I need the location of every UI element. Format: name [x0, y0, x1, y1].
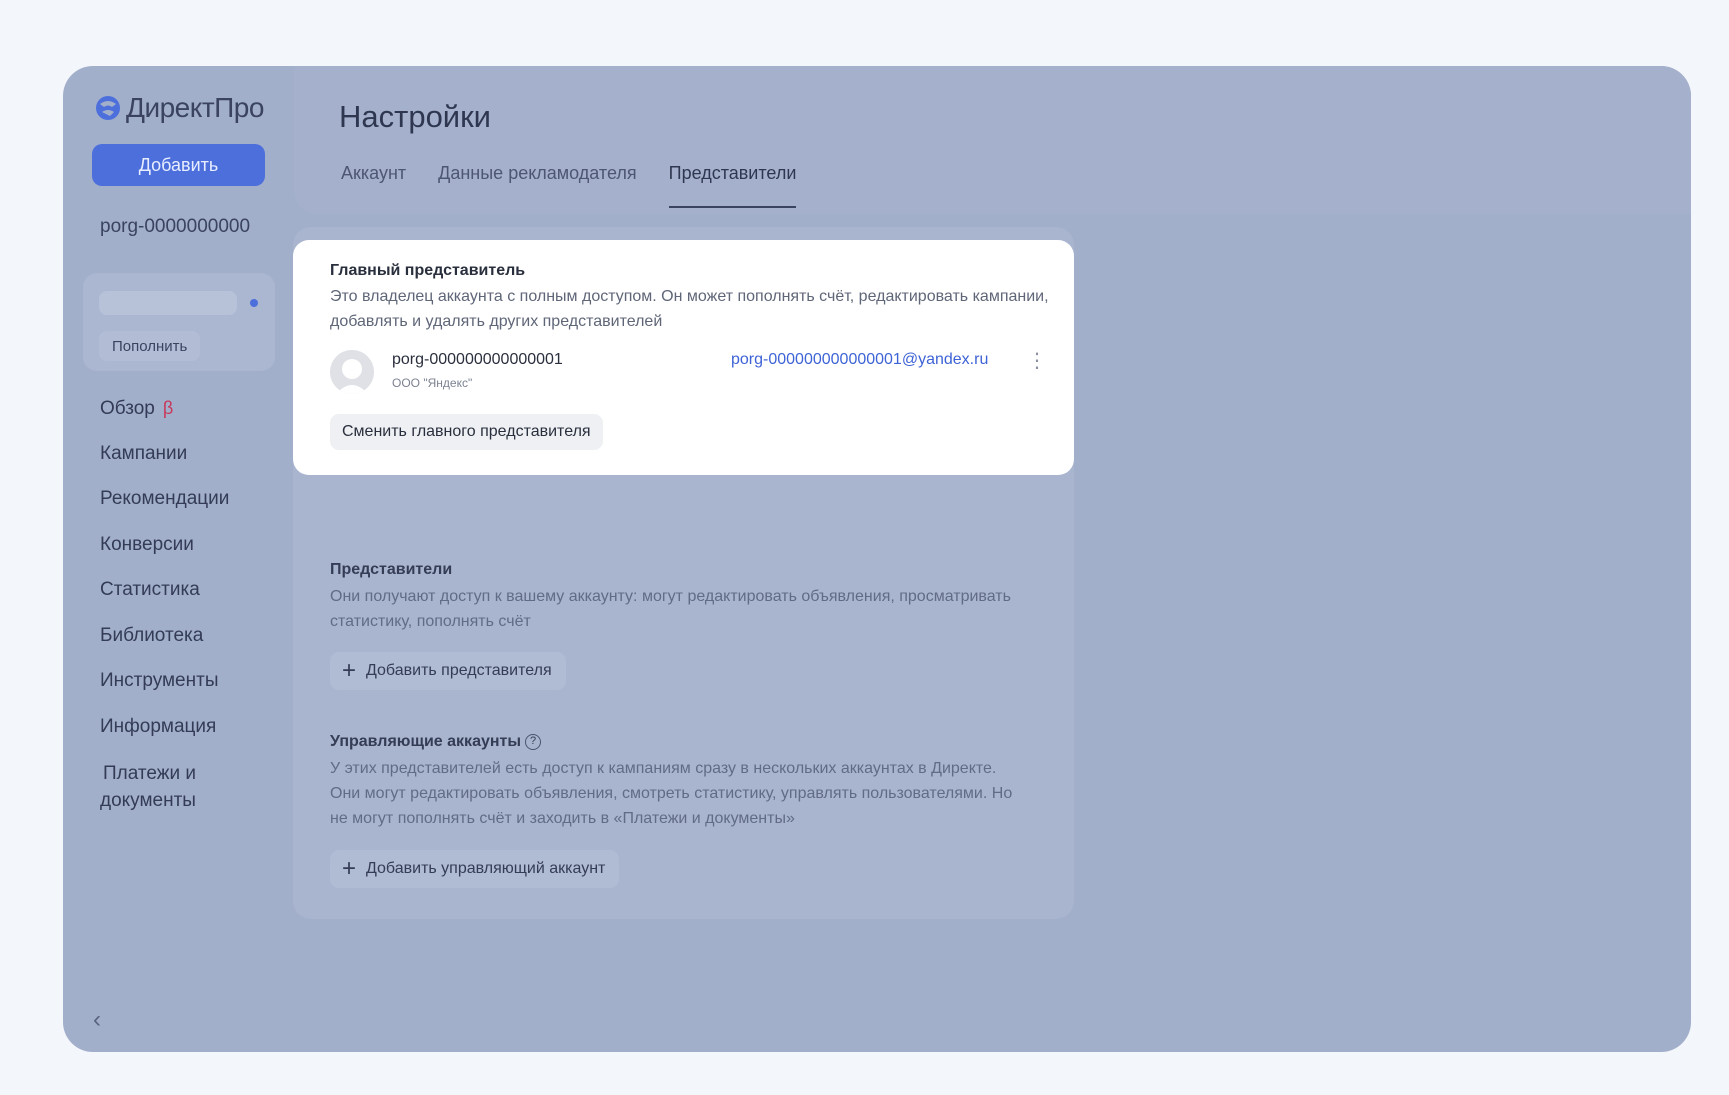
- tab-advertiser-data[interactable]: Данные рекламодателя: [438, 163, 636, 208]
- avatar: [330, 350, 374, 394]
- sidebar-item-campaigns[interactable]: Кампании: [100, 442, 229, 488]
- sidebar-item-library[interactable]: Библиотека: [100, 624, 229, 670]
- sidebar-item-conversions[interactable]: Конверсии: [100, 533, 229, 579]
- add-representative-button[interactable]: + Добавить представителя: [330, 652, 566, 690]
- change-main-rep-button[interactable]: Сменить главного представителя: [330, 414, 603, 450]
- reps-description: Они получают доступ к вашему аккаунту: м…: [330, 588, 1011, 630]
- more-vertical-icon[interactable]: ⋮: [1027, 348, 1047, 373]
- add-managing-account-button[interactable]: + Добавить управляющий аккаунт: [330, 850, 620, 888]
- tab-representatives[interactable]: Представители: [668, 163, 797, 208]
- balance-card: Пополнить: [83, 273, 275, 371]
- managing-title: Управляющие аккаунты?: [330, 733, 542, 751]
- sidebar-nav: Обзор β Кампании Рекомендации Конверсии С…: [100, 396, 229, 811]
- page-title: Настройки: [339, 99, 492, 134]
- balance-placeholder: [99, 291, 237, 315]
- add-button[interactable]: Добавить: [92, 144, 265, 186]
- main-rep-org: ООО "Яндекс": [392, 376, 473, 390]
- main-rep-name: porg-000000000000001: [392, 351, 563, 368]
- main-rep-description: Это владелец аккаунта с полным доступом.…: [330, 288, 1049, 330]
- page-header: Настройки Аккаунт Данные рекламодателя П…: [294, 66, 1691, 214]
- tab-account[interactable]: Аккаунт: [341, 163, 406, 208]
- sidebar-item-recommendations[interactable]: Рекомендации: [100, 487, 229, 533]
- main-rep-title: Главный представитель: [330, 262, 526, 279]
- status-dot-icon: [250, 299, 258, 307]
- plus-icon: +: [342, 855, 357, 882]
- app-window: ДиректПро Добавить porg-0000000000 Попол…: [63, 66, 1691, 1052]
- button-label: Добавить представителя: [366, 662, 552, 679]
- logo-text: ДиректПро: [126, 92, 264, 123]
- sidebar: ДиректПро Добавить porg-0000000000 Попол…: [63, 66, 289, 1052]
- topup-button[interactable]: Пополнить: [99, 331, 201, 361]
- sidebar-item-overview[interactable]: Обзор β: [100, 396, 229, 442]
- sidebar-item-tools[interactable]: Инструменты: [100, 669, 229, 715]
- sidebar-item-payments[interactable]: Платежи и документы: [100, 760, 229, 811]
- sidebar-item-statistics[interactable]: Статистика: [100, 578, 229, 624]
- reps-title: Представители: [330, 561, 453, 578]
- logo[interactable]: ДиректПро: [94, 92, 264, 124]
- beta-badge: β: [162, 398, 174, 418]
- main-representative-card: Главный представитель Это владелец аккау…: [293, 240, 1074, 475]
- help-icon[interactable]: ?: [525, 734, 542, 750]
- direct-logo-icon: [96, 96, 120, 120]
- managing-description: У этих представителей есть доступ к камп…: [330, 760, 1013, 827]
- sidebar-item-information[interactable]: Информация: [100, 715, 229, 761]
- user-avatar-icon: [330, 350, 374, 394]
- tabs: Аккаунт Данные рекламодателя Представите…: [341, 163, 828, 208]
- main-rep-email[interactable]: porg-000000000000001@yandex.ru: [731, 351, 988, 369]
- sidebar-item-label: Обзор: [100, 398, 155, 419]
- sidebar-item-label: Платежи и: [103, 763, 196, 784]
- managing-title-text: Управляющие аккаунты: [330, 733, 522, 750]
- plus-icon: +: [342, 657, 357, 684]
- collapse-sidebar-icon[interactable]: ‹: [93, 1006, 109, 1033]
- button-label: Добавить управляющий аккаунт: [366, 860, 606, 877]
- account-id[interactable]: porg-0000000000: [100, 216, 250, 238]
- sidebar-item-label: документы: [100, 790, 196, 811]
